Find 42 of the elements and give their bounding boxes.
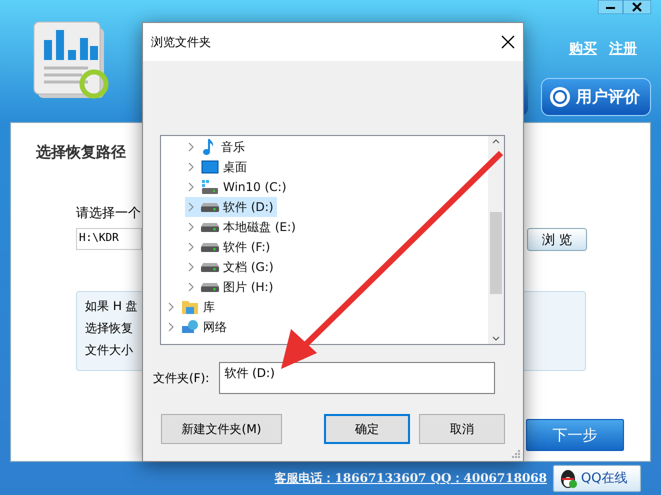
drive-icon	[201, 243, 219, 252]
info-text: 如果 H 盘	[85, 298, 138, 315]
section-title: 选择恢复路径	[36, 143, 126, 162]
close-icon[interactable]	[623, 0, 651, 14]
contact-text[interactable]: 客服电话：18667133607 QQ：4006718068	[274, 470, 547, 486]
drive-icon	[201, 223, 219, 232]
tree-item[interactable]: 软件 (F:)	[185, 237, 274, 257]
drive-icon	[201, 283, 219, 292]
resize-grip-icon[interactable]	[511, 449, 521, 459]
tree-item[interactable]: 网络	[165, 317, 231, 337]
folder-icon	[181, 299, 199, 315]
folder-field[interactable]: 软件 (D:)	[219, 362, 496, 394]
tree-item[interactable]: 音乐	[185, 137, 249, 157]
drive-icon	[201, 179, 219, 195]
user-review-button[interactable]: 用户评价	[541, 78, 651, 116]
tree-item[interactable]: 桌面	[185, 157, 251, 177]
tree-item[interactable]: 本地磁盘 (E:)	[185, 217, 300, 237]
dialog-button[interactable]: 取消	[419, 414, 505, 444]
monitor-icon	[201, 159, 219, 175]
next-button[interactable]: 下一步	[526, 419, 624, 451]
info-text: 选择恢复	[85, 320, 133, 337]
badge-icon	[548, 85, 572, 109]
dialog-button[interactable]: 确定	[324, 414, 410, 444]
close-icon[interactable]	[501, 35, 515, 49]
drive-icon	[201, 263, 219, 272]
tree-item[interactable]: 库	[165, 297, 219, 317]
tree-item[interactable]: 图片 (H:)	[185, 277, 278, 297]
minimize-icon[interactable]	[598, 0, 623, 14]
prompt-text: 请选择一个	[76, 205, 141, 222]
network-globe-icon	[181, 319, 199, 335]
folder-label: 文件夹(F):	[153, 370, 210, 386]
qq-online-button[interactable]: QQ在线	[553, 464, 641, 492]
browse-button[interactable]: 浏 览	[527, 228, 587, 251]
tree-item[interactable]: Win10 (C:)	[185, 177, 290, 197]
scrollbar[interactable]	[488, 136, 504, 344]
path-field[interactable]: H:\KDR	[76, 228, 142, 250]
dialog-title: 浏览文件夹	[151, 34, 211, 50]
drive-icon	[201, 203, 219, 212]
dialog-button[interactable]: 新建文件夹(M)	[161, 414, 282, 444]
info-text: 文件大小	[85, 342, 133, 359]
tree-item[interactable]: 文档 (G:)	[185, 257, 278, 277]
tree-item[interactable]: 软件 (D:)	[185, 197, 278, 217]
